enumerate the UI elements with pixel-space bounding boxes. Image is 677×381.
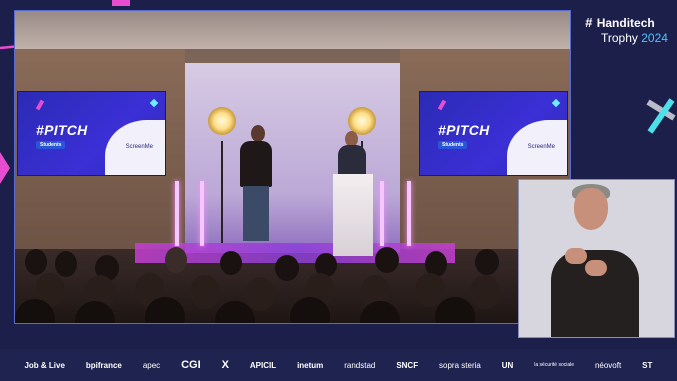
podium bbox=[333, 174, 373, 256]
sponsor-logo: SNCF bbox=[396, 360, 419, 370]
brand-subtitle: Trophy 2024 bbox=[601, 31, 668, 45]
left-presentation-screen: #PITCH Students ScreenMe bbox=[17, 91, 166, 176]
left-accent-decoration bbox=[0, 152, 10, 184]
light-pillar bbox=[407, 181, 411, 246]
top-accent-decoration bbox=[112, 0, 130, 6]
screen-pitch-title: #PITCH bbox=[438, 122, 490, 138]
screen-accent bbox=[149, 98, 159, 108]
screenme-logo: ScreenMe bbox=[125, 144, 153, 150]
handitech-logo: # Handitech Trophy 2024 bbox=[585, 14, 668, 45]
host-body bbox=[338, 145, 366, 177]
sponsor-logo: UN bbox=[501, 360, 514, 370]
right-presentation-screen: #PITCH Students ScreenMe bbox=[419, 91, 568, 176]
screenme-logo: ScreenMe bbox=[527, 144, 555, 150]
lamp-stand bbox=[221, 141, 223, 243]
cross-decoration-icon bbox=[646, 98, 676, 134]
screen-accent bbox=[35, 99, 45, 111]
sponsor-logo: bpifrance bbox=[85, 360, 122, 370]
speaker-head bbox=[251, 125, 265, 142]
screen-accent bbox=[551, 98, 561, 108]
sponsor-logo: randstad bbox=[344, 360, 376, 370]
sponsor-logo: la sécurité sociale bbox=[534, 362, 575, 368]
interpreter-hand bbox=[565, 248, 587, 264]
brand-year: 2024 bbox=[641, 31, 668, 45]
speaker-body bbox=[240, 141, 272, 187]
brand-name: Handitech bbox=[596, 16, 655, 30]
light-pillar bbox=[200, 181, 204, 246]
interpreter-head bbox=[574, 188, 608, 230]
screen-pitch-title: #PITCH bbox=[36, 122, 88, 138]
brand-hash: # bbox=[585, 15, 593, 30]
screen-accent bbox=[437, 99, 447, 111]
sponsor-logo: inetum bbox=[297, 360, 324, 370]
screen-badge: Students bbox=[438, 141, 468, 149]
light-pillar bbox=[175, 181, 179, 246]
light-pillar bbox=[380, 181, 384, 246]
sponsor-bar: Job & Live bpifrance apec CGI X APICIL i… bbox=[0, 349, 677, 381]
sponsor-logo: apec bbox=[142, 360, 161, 370]
sponsor-logo: néovoft bbox=[594, 360, 622, 370]
sponsor-logo: X bbox=[221, 359, 229, 371]
ceiling bbox=[15, 11, 570, 49]
sponsor-logo: Job & Live bbox=[24, 360, 65, 370]
speaker-legs bbox=[243, 186, 269, 241]
stage-lamp-icon bbox=[208, 107, 236, 135]
interpreter-hand bbox=[585, 260, 607, 276]
main-video-stage: #PITCH Students ScreenMe #PITCH Students… bbox=[14, 10, 571, 324]
brand-trophy: Trophy bbox=[601, 31, 642, 45]
sponsor-logo: CGI bbox=[181, 359, 201, 371]
sign-language-interpreter-inset bbox=[518, 179, 675, 338]
sponsor-logo: ST bbox=[642, 360, 653, 370]
sponsor-logo: APICIL bbox=[249, 360, 277, 370]
video-frame: # Handitech Trophy 2024 #PITCH Students … bbox=[0, 0, 677, 381]
sponsor-logo: sopra steria bbox=[439, 360, 481, 370]
screen-badge: Students bbox=[36, 141, 66, 149]
